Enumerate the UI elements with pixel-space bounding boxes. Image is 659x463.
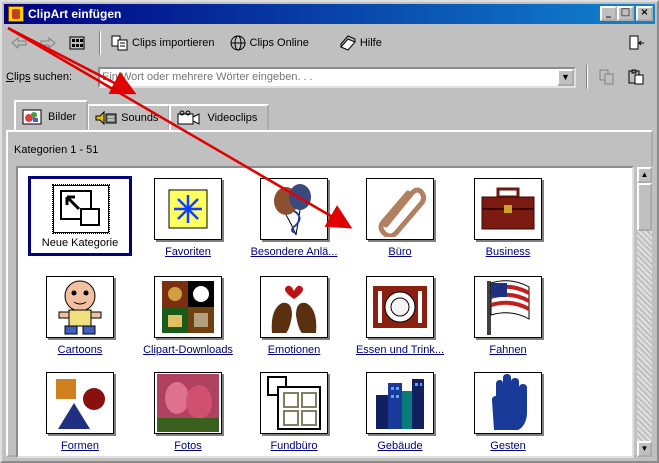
- search-input[interactable]: [100, 68, 574, 86]
- pane-button[interactable]: [624, 31, 653, 55]
- category-item-emotionen[interactable]: Emotionen: [244, 272, 344, 364]
- paste-icon: [627, 69, 645, 85]
- globe-icon: [229, 35, 247, 51]
- cartoon-baby-icon: [46, 276, 114, 338]
- clipart-window: ClipArt einfügen _ □ × Clips importieren…: [0, 0, 659, 463]
- category-item-fotos[interactable]: Fotos: [138, 368, 238, 456]
- category-label: Favoriten: [165, 246, 211, 258]
- category-item-buero[interactable]: Büro: [350, 174, 450, 266]
- import-clips-button[interactable]: Clips importieren: [107, 31, 219, 55]
- category-label: Neue Kategorie: [41, 237, 119, 249]
- scroll-down-icon[interactable]: ▼: [637, 441, 652, 457]
- tab-videoclips[interactable]: Videoclips: [169, 104, 270, 130]
- arrow-right-icon: [39, 35, 57, 51]
- category-label: Business: [485, 246, 531, 258]
- pane-icon: [628, 35, 646, 51]
- category-label: Gebäude: [377, 440, 423, 452]
- category-label: Büro: [388, 246, 412, 258]
- category-item-formen[interactable]: Formen: [30, 368, 130, 456]
- search-separator: [586, 65, 588, 89]
- tab-sounds[interactable]: Sounds: [87, 104, 171, 130]
- chevron-down-icon[interactable]: ▼: [557, 68, 574, 86]
- copy-button[interactable]: [594, 65, 623, 89]
- lost-found-icon: [260, 372, 328, 434]
- category-item-business[interactable]: Business: [458, 174, 558, 266]
- tab-bilder[interactable]: Bilder: [14, 100, 89, 130]
- view-button[interactable]: [64, 31, 93, 55]
- clips-online-label: Clips Online: [249, 37, 309, 49]
- category-label: Cartoons: [57, 344, 103, 356]
- category-label: Besondere Anlä...: [250, 246, 338, 258]
- category-item-fahnen[interactable]: Fahnen: [458, 272, 558, 364]
- category-item-neue-kategorie[interactable]: Neue Kategorie: [28, 176, 132, 256]
- category-item-fundbuero[interactable]: Fundbüro: [244, 368, 344, 456]
- plate-cutlery-icon: [366, 276, 434, 338]
- category-item-gesten[interactable]: Gesten: [458, 368, 558, 456]
- tab-strip: Bilder Sounds Videoclips: [6, 100, 653, 130]
- back-button[interactable]: [6, 31, 35, 55]
- category-label: Fundbüro: [270, 440, 318, 452]
- window-title: ClipArt einfügen: [28, 7, 122, 21]
- tulips-photo-icon: [154, 372, 222, 434]
- category-grid: Neue Kategorie Favoriten Besondere Anlä.…: [16, 166, 634, 458]
- briefcase-icon: [474, 178, 542, 240]
- search-row: Clips suchen: ▼: [6, 64, 653, 90]
- category-count: Kategorien 1 - 51: [14, 144, 99, 156]
- vertical-scrollbar[interactable]: ▲ ▼: [636, 166, 653, 458]
- category-label: Fotos: [174, 440, 202, 452]
- hand-icon: [474, 372, 542, 434]
- category-label: Essen und Trink...: [355, 344, 445, 356]
- category-item-besondere-anlaesse[interactable]: Besondere Anlä...: [244, 174, 344, 266]
- toolbar-separator: [99, 31, 101, 55]
- help-book-icon: [339, 35, 357, 51]
- new-category-icon: [52, 184, 110, 234]
- import-clips-label: Clips importieren: [132, 37, 215, 49]
- bilder-panel: Kategorien 1 - 51 Neue Kategorie Favorit…: [6, 130, 653, 458]
- category-item-favoriten[interactable]: Favoriten: [138, 174, 238, 266]
- maximize-button[interactable]: □: [617, 6, 634, 21]
- star-icon: [154, 178, 222, 240]
- toolbar: Clips importieren Clips Online Hilfe: [6, 28, 653, 58]
- close-button[interactable]: ×: [636, 6, 653, 21]
- category-item-essen-und-trinken[interactable]: Essen und Trink...: [350, 272, 450, 364]
- photo-collage-icon: [154, 276, 222, 338]
- copy-icon: [598, 69, 616, 85]
- clips-online-button[interactable]: Clips Online: [225, 31, 313, 55]
- category-label: Gesten: [490, 440, 526, 452]
- picture-icon: [22, 109, 42, 125]
- faces-heart-icon: [260, 276, 328, 338]
- category-label: Fahnen: [489, 344, 527, 356]
- help-button[interactable]: Hilfe: [335, 31, 386, 55]
- search-label: Clips suchen:: [6, 71, 73, 83]
- category-label: Clipart-Downloads: [143, 344, 233, 356]
- scroll-up-icon[interactable]: ▲: [637, 167, 652, 183]
- buildings-icon: [366, 372, 434, 434]
- category-item-gebaeude[interactable]: Gebäude: [350, 368, 450, 456]
- minimize-button[interactable]: _: [600, 6, 617, 21]
- tab-videoclips-label: Videoclips: [207, 112, 258, 124]
- scroll-thumb[interactable]: [637, 183, 652, 231]
- paperclip-icon: [366, 178, 434, 240]
- speaker-icon: [95, 110, 117, 126]
- title-bar[interactable]: ClipArt einfügen _ □ ×: [4, 4, 655, 24]
- paste-button[interactable]: [623, 65, 652, 89]
- forward-button[interactable]: [35, 31, 64, 55]
- category-label: Formen: [61, 440, 99, 452]
- flag-icon: [474, 276, 542, 338]
- arrow-left-icon: [10, 35, 28, 51]
- tab-sounds-label: Sounds: [121, 112, 159, 124]
- camera-icon: [177, 110, 201, 126]
- clipart-app-icon: [8, 6, 24, 22]
- category-item-clipart-downloads[interactable]: Clipart-Downloads: [138, 272, 238, 364]
- shapes-icon: [46, 372, 114, 434]
- category-label: Emotionen: [267, 344, 321, 356]
- tab-bilder-label: Bilder: [48, 111, 77, 123]
- balloons-icon: [260, 178, 328, 240]
- grid-view-icon: [68, 35, 86, 51]
- import-icon: [111, 35, 129, 51]
- help-label: Hilfe: [359, 37, 382, 49]
- search-combobox[interactable]: ▼: [98, 66, 576, 88]
- category-item-cartoons[interactable]: Cartoons: [30, 272, 130, 364]
